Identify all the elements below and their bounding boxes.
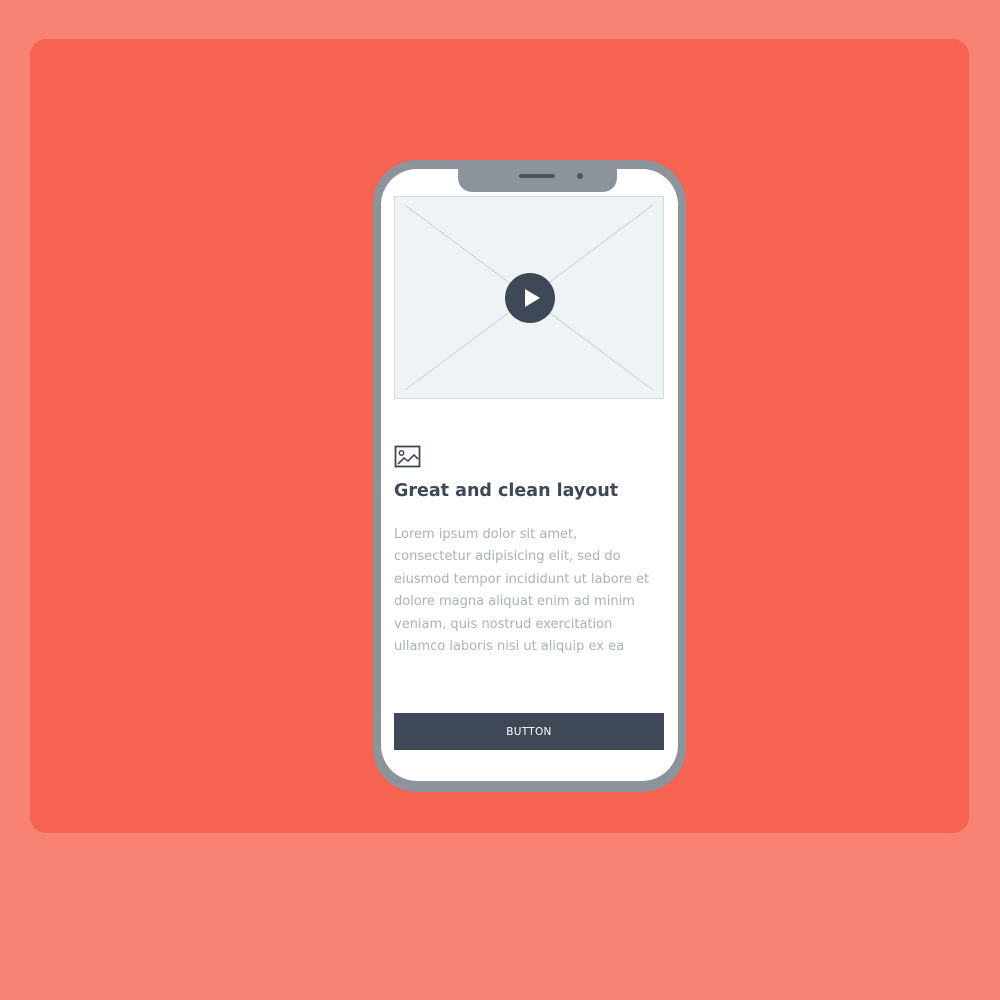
body-line: eiusmod tempor incididunt ut labore et bbox=[394, 571, 650, 587]
front-camera bbox=[577, 173, 583, 179]
body-line: ullamco laboris nisi ut aliquip ex ea bbox=[394, 639, 625, 655]
content-title: Great and clean layout bbox=[394, 481, 619, 501]
play-button[interactable] bbox=[505, 273, 555, 323]
speaker-grille bbox=[519, 174, 555, 178]
body-line: veniam, quis nostrud exercitation bbox=[394, 616, 613, 632]
phone-screen: Great and clean layout Lorem ipsum dolor… bbox=[381, 169, 678, 781]
body-line: consectetur adipisicing elit, sed do bbox=[394, 549, 621, 565]
phone-notch bbox=[458, 169, 617, 192]
primary-button[interactable]: BUTTON bbox=[394, 713, 664, 750]
image-icon bbox=[394, 445, 421, 468]
background-panel: Great and clean layout Lorem ipsum dolor… bbox=[30, 39, 969, 833]
body-line: Lorem ipsum dolor sit amet, bbox=[394, 527, 578, 542]
body-line: dolore magna aliquat enim ad minim bbox=[394, 594, 635, 610]
phone-mockup: Great and clean layout Lorem ipsum dolor… bbox=[373, 160, 686, 792]
content-body: Lorem ipsum dolor sit amet, consectetur … bbox=[394, 524, 670, 658]
play-icon bbox=[525, 289, 540, 307]
video-placeholder[interactable] bbox=[394, 196, 664, 399]
